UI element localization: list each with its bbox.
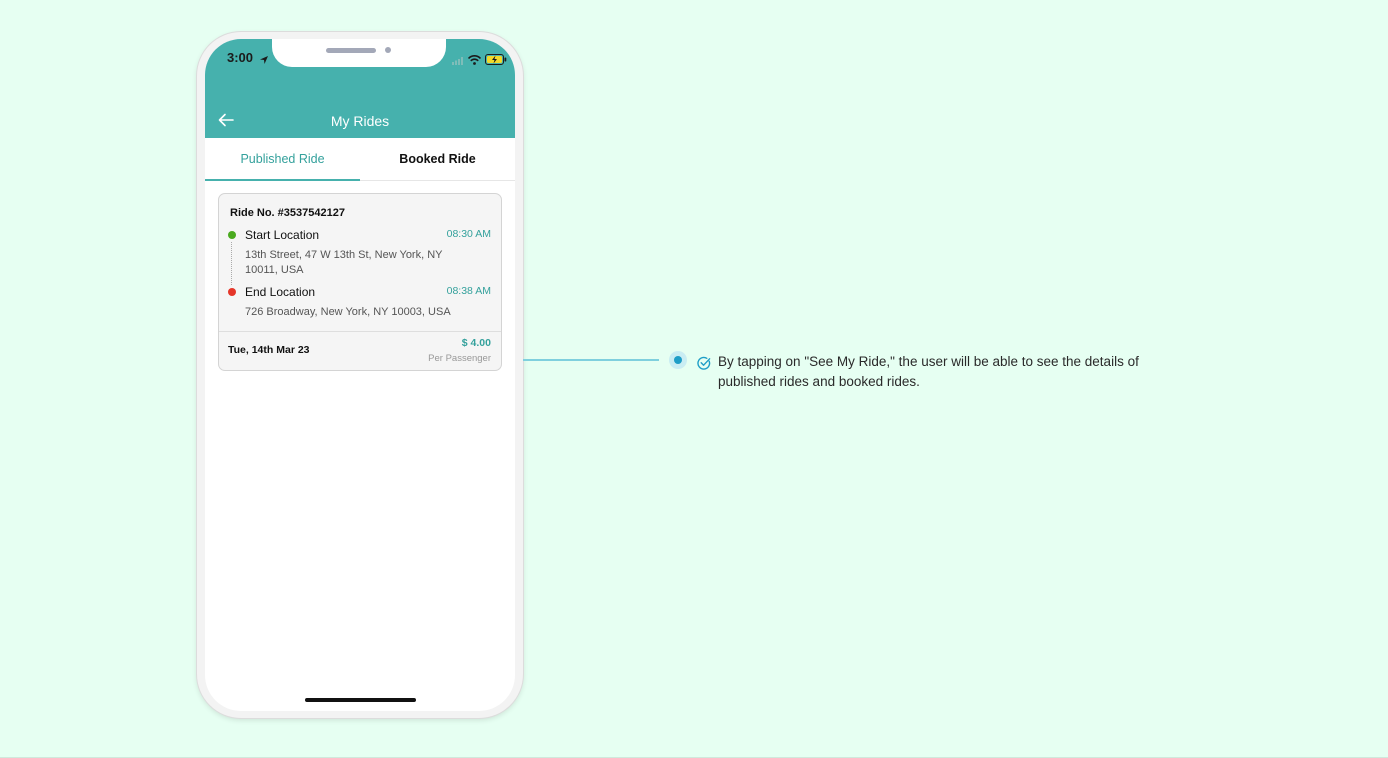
check-circle-icon — [697, 356, 711, 375]
callout-dot — [669, 351, 687, 369]
location-arrow-icon — [259, 52, 269, 70]
callout-connector — [523, 359, 659, 361]
route-connector — [231, 242, 232, 285]
battery-icon — [485, 52, 507, 70]
ride-card[interactable]: Ride No. #3537542127 Start Location 08:3… — [218, 193, 502, 371]
signal-icon — [452, 52, 464, 70]
camera — [385, 47, 391, 53]
ride-date: Tue, 14th Mar 23 — [228, 344, 310, 356]
end-dot — [228, 288, 236, 296]
callout-text: By tapping on "See My Ride," the user wi… — [718, 354, 1139, 389]
tab-published-ride[interactable]: Published Ride — [205, 138, 360, 180]
start-location-label: Start Location — [245, 228, 320, 242]
phone-screen: 3:00 My Rides Published Ride Booked Ride… — [205, 39, 515, 711]
start-address: 13th Street, 47 W 13th St, New York, NY … — [245, 249, 443, 276]
end-time: 08:38 AM — [446, 285, 491, 297]
app-header: 3:00 My Rides — [205, 39, 515, 138]
ride-number: Ride No. #3537542127 — [230, 207, 345, 219]
status-icons — [452, 52, 507, 70]
card-divider — [219, 331, 501, 332]
status-time: 3:00 — [227, 50, 254, 65]
ride-tabs: Published Ride Booked Ride — [205, 138, 515, 181]
wifi-icon — [467, 52, 482, 70]
price-unit: Per Passenger — [428, 353, 491, 364]
speaker — [326, 48, 376, 53]
start-dot — [228, 231, 236, 239]
active-tab-indicator — [205, 179, 360, 181]
tab-booked-ride[interactable]: Booked Ride — [360, 138, 515, 180]
start-time: 08:30 AM — [446, 228, 491, 240]
phone-notch — [272, 39, 446, 67]
ride-price: $ 4.00 — [461, 337, 491, 349]
end-location-label: End Location — [245, 285, 316, 299]
home-indicator — [305, 698, 416, 702]
end-address: 726 Broadway, New York, NY 10003, USA — [245, 306, 451, 318]
phone-frame: 3:00 My Rides Published Ride Booked Ride… — [197, 32, 523, 718]
callout-dot-inner — [674, 356, 682, 364]
page-title: My Rides — [330, 113, 390, 129]
